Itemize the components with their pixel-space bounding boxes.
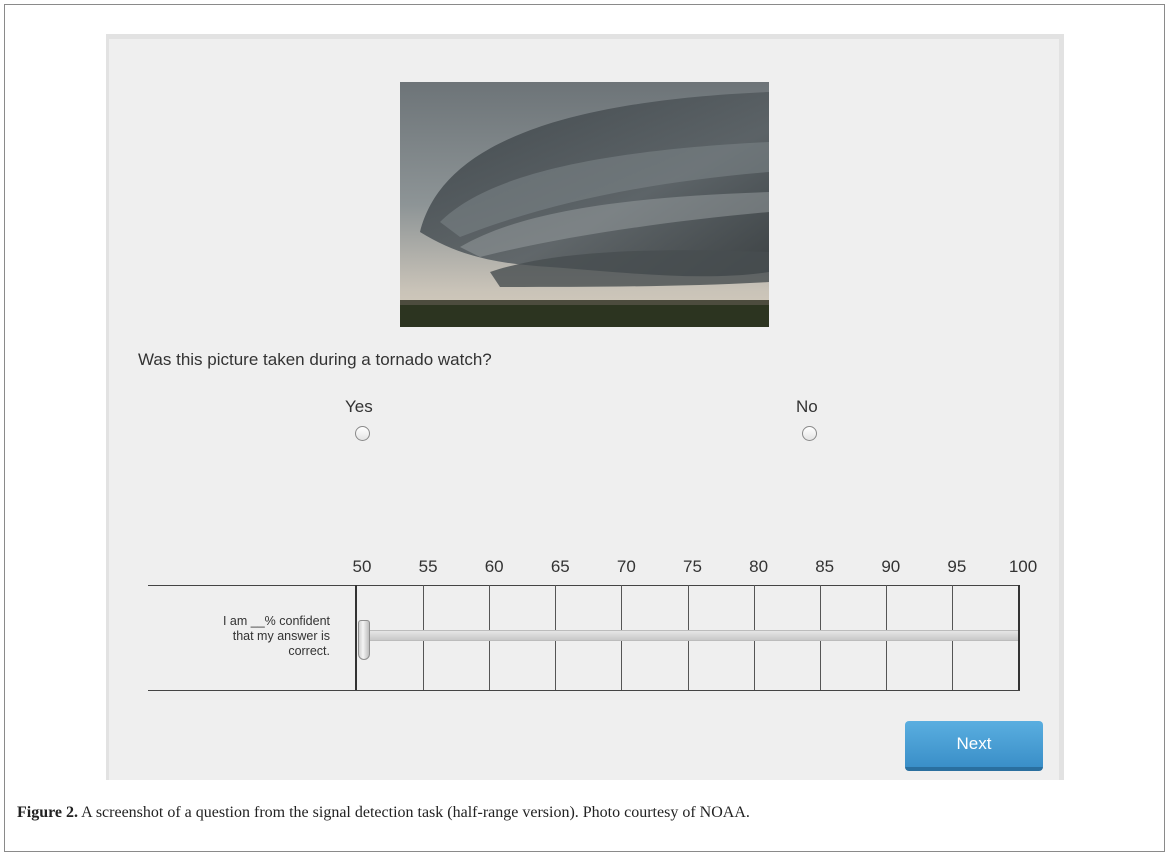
question-text: Was this picture taken during a tornado … xyxy=(138,350,492,369)
scale-grid-line xyxy=(355,585,357,690)
scale-tick-label: 75 xyxy=(683,557,702,576)
statement-line-3: correct. xyxy=(288,644,330,658)
confidence-slider-track[interactable] xyxy=(358,630,1018,641)
scale-tick-label: 80 xyxy=(749,557,769,576)
scale-tick-label: 90 xyxy=(881,557,901,576)
scale-tick-label: 50 xyxy=(352,557,372,576)
scale-tick-label: 55 xyxy=(418,557,438,576)
option-yes-label: Yes xyxy=(345,397,373,416)
scale-tick-label: 95 xyxy=(947,557,967,576)
option-no-label: No xyxy=(796,397,818,416)
scale-bottom-border xyxy=(148,690,1020,691)
confidence-slider-handle[interactable] xyxy=(358,620,370,660)
storm-photo-image xyxy=(400,82,769,327)
scale-tick-label: 85 xyxy=(815,557,835,576)
next-button[interactable]: Next xyxy=(905,721,1043,771)
scale-top-border xyxy=(148,585,1020,586)
caption-text: A screenshot of a question from the sign… xyxy=(78,804,750,821)
scale-tick-label: 60 xyxy=(484,557,504,576)
option-yes-radio[interactable] xyxy=(355,426,370,441)
option-no-radio[interactable] xyxy=(802,426,817,441)
figure-caption: Figure 2. A screenshot of a question fro… xyxy=(17,804,750,822)
scale-tick-label: 70 xyxy=(616,557,636,576)
scale-grid-line xyxy=(1018,585,1020,690)
confidence-statement: I am __% confident that my answer is cor… xyxy=(150,614,330,659)
caption-label: Figure 2. xyxy=(17,804,79,821)
scale-tick-label: 65 xyxy=(550,557,570,576)
scale-tick-label: 100 xyxy=(1008,557,1038,576)
storm-photo xyxy=(400,82,769,327)
statement-line-2: that my answer is xyxy=(232,629,330,643)
statement-line-1: I am __% confident xyxy=(222,614,330,628)
